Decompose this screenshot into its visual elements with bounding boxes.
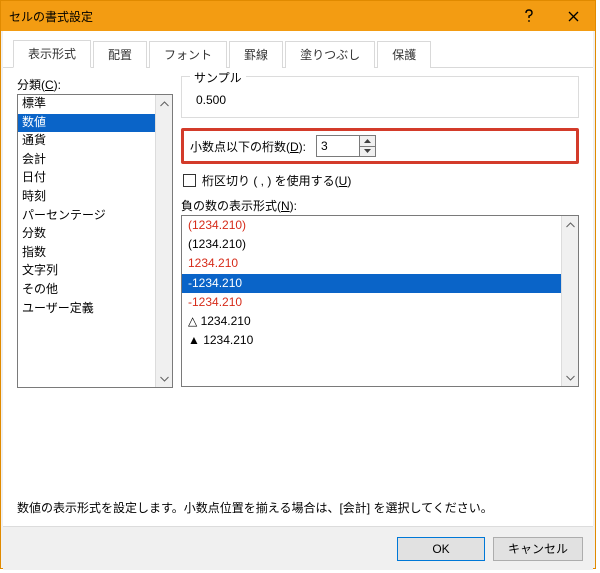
decimals-label: 小数点以下の桁数(D): xyxy=(190,138,306,155)
decimals-input[interactable] xyxy=(317,136,359,156)
ok-button[interactable]: OK xyxy=(397,537,485,561)
negative-format-item[interactable]: △ 1234.210 xyxy=(182,312,561,331)
negative-scrollbar[interactable] xyxy=(561,216,578,386)
sample-group: サンプル 0.500 xyxy=(181,76,579,118)
chevron-up-icon xyxy=(364,139,371,143)
category-item[interactable]: 数値 xyxy=(18,114,155,133)
tab-font[interactable]: フォント xyxy=(149,41,227,68)
negative-format-listbox[interactable]: (1234.210)(1234.210)1234.210-1234.210-12… xyxy=(181,215,579,387)
chevron-down-icon xyxy=(160,376,169,382)
chevron-down-icon xyxy=(566,375,575,381)
negative-format-label: 負の数の表示形式(N): xyxy=(181,197,579,214)
help-button[interactable] xyxy=(507,1,551,31)
negative-format-item[interactable]: -1234.210 xyxy=(182,293,561,312)
negative-format-item[interactable]: -1234.210 xyxy=(182,274,561,293)
titlebar[interactable]: セルの書式設定 xyxy=(1,1,595,31)
help-icon xyxy=(524,9,534,23)
scroll-track[interactable] xyxy=(562,233,578,369)
chevron-up-icon xyxy=(160,101,169,107)
thousands-separator-checkbox[interactable] xyxy=(183,174,196,187)
dialog-footer: OK キャンセル xyxy=(3,526,593,570)
category-item[interactable]: 分数 xyxy=(18,225,155,244)
category-label: 分類(C): xyxy=(17,76,173,93)
category-item[interactable]: 文字列 xyxy=(18,262,155,281)
negative-format-item[interactable]: ▲ 1234.210 xyxy=(182,331,561,350)
scroll-down-button[interactable] xyxy=(562,369,578,386)
scroll-track[interactable] xyxy=(156,112,172,370)
thousands-separator-label: 桁区切り ( , ) を使用する(U) xyxy=(202,172,351,189)
close-button[interactable] xyxy=(551,1,595,31)
window-title: セルの書式設定 xyxy=(1,8,507,25)
category-item[interactable]: 日付 xyxy=(18,169,155,188)
tab-protect[interactable]: 保護 xyxy=(377,41,431,68)
tab-alignment[interactable]: 配置 xyxy=(93,41,147,68)
tab-fill[interactable]: 塗りつぶし xyxy=(285,41,375,68)
negative-format-item[interactable]: (1234.210) xyxy=(182,235,561,254)
spinner-up-button[interactable] xyxy=(360,136,375,146)
tab-display-format[interactable]: 表示形式 xyxy=(13,40,91,68)
decimals-spinner[interactable] xyxy=(316,135,376,157)
category-item[interactable]: 通貨 xyxy=(18,132,155,151)
tab-content: 分類(C): 標準数値通貨会計日付時刻パーセンテージ分数指数文字列その他ユーザー… xyxy=(3,68,593,526)
category-scrollbar[interactable] xyxy=(155,95,172,387)
format-hint-text: 数値の表示形式を設定します。小数点位置を揃える場合は、[会計] を選択してくださ… xyxy=(17,499,579,516)
category-item[interactable]: 時刻 xyxy=(18,188,155,207)
scroll-up-button[interactable] xyxy=(562,216,578,233)
category-item[interactable]: 標準 xyxy=(18,95,155,114)
category-item[interactable]: 指数 xyxy=(18,244,155,263)
spinner-down-button[interactable] xyxy=(360,146,375,157)
chevron-up-icon xyxy=(566,222,575,228)
format-cells-dialog: セルの書式設定 表示形式 配置 フォント 罫線 塗りつぶし 保護 分類(C): xyxy=(0,0,596,569)
category-item[interactable]: ユーザー定義 xyxy=(18,300,155,319)
chevron-down-icon xyxy=(364,149,371,153)
tab-strip: 表示形式 配置 フォント 罫線 塗りつぶし 保護 xyxy=(3,31,593,68)
negative-format-item[interactable]: 1234.210 xyxy=(182,254,561,273)
sample-label: サンプル xyxy=(190,69,246,86)
tab-border[interactable]: 罫線 xyxy=(229,41,283,68)
category-listbox[interactable]: 標準数値通貨会計日付時刻パーセンテージ分数指数文字列その他ユーザー定義 xyxy=(17,94,173,388)
scroll-up-button[interactable] xyxy=(156,95,172,112)
negative-format-item[interactable]: (1234.210) xyxy=(182,216,561,235)
category-item[interactable]: 会計 xyxy=(18,151,155,170)
category-item[interactable]: その他 xyxy=(18,281,155,300)
sample-value: 0.500 xyxy=(190,93,570,107)
cancel-button[interactable]: キャンセル xyxy=(493,537,583,561)
thousands-separator-row[interactable]: 桁区切り ( , ) を使用する(U) xyxy=(181,172,579,189)
scroll-down-button[interactable] xyxy=(156,370,172,387)
decimals-row-highlighted: 小数点以下の桁数(D): xyxy=(181,128,579,164)
category-item[interactable]: パーセンテージ xyxy=(18,207,155,226)
close-icon xyxy=(568,11,579,22)
